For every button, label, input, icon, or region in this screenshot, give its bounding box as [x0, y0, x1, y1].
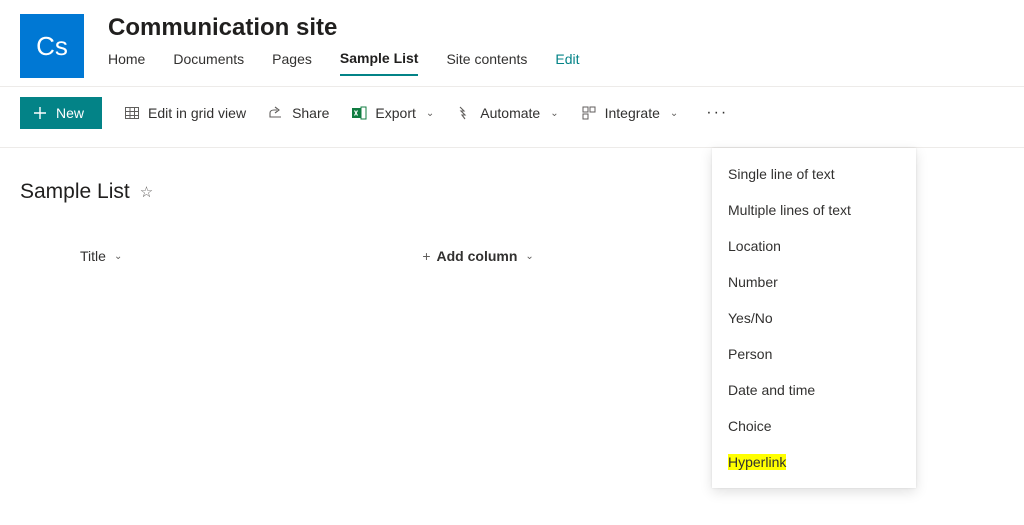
site-title: Communication site [108, 14, 580, 42]
nav-edit[interactable]: Edit [555, 51, 579, 75]
menu-item-single-line-text[interactable]: Single line of text [712, 156, 916, 192]
integrate-icon [581, 105, 597, 121]
top-nav: Home Documents Pages Sample List Site co… [108, 50, 580, 76]
add-column-button[interactable]: + Add column ⌄ [422, 248, 533, 264]
export-label: Export [375, 105, 415, 121]
chevron-down-icon: ⌄ [525, 251, 533, 262]
automate-button[interactable]: Automate ⌄ [456, 105, 558, 121]
integrate-label: Integrate [605, 105, 660, 121]
menu-item-location[interactable]: Location [712, 228, 916, 264]
automate-icon [456, 105, 472, 121]
add-column-menu: Single line of text Multiple lines of te… [712, 148, 916, 488]
column-title[interactable]: Title ⌄ [80, 248, 122, 264]
chevron-down-icon: ⌄ [426, 108, 434, 119]
nav-home[interactable]: Home [108, 51, 145, 75]
new-button-label: New [56, 105, 84, 121]
share-label: Share [292, 105, 329, 121]
share-icon [268, 105, 284, 121]
nav-site-contents[interactable]: Site contents [446, 51, 527, 75]
column-title-label: Title [80, 248, 106, 264]
share-button[interactable]: Share [268, 105, 329, 121]
menu-item-multiple-lines-text[interactable]: Multiple lines of text [712, 192, 916, 228]
plus-icon: + [422, 248, 430, 264]
list-title: Sample List [20, 180, 130, 204]
plus-icon [32, 105, 48, 121]
more-actions-button[interactable]: ··· [700, 104, 734, 122]
nav-pages[interactable]: Pages [272, 51, 312, 75]
site-logo[interactable]: Cs [20, 14, 84, 78]
menu-item-hyperlink[interactable]: Hyperlink [712, 444, 916, 480]
chevron-down-icon: ⌄ [550, 108, 558, 119]
add-column-label: Add column [437, 248, 518, 264]
nav-sample-list[interactable]: Sample List [340, 50, 419, 76]
edit-grid-view-button[interactable]: Edit in grid view [124, 105, 246, 121]
site-info: Communication site Home Documents Pages … [108, 14, 580, 76]
command-bar: New Edit in grid view Share Export ⌄ Aut… [0, 87, 1024, 139]
automate-label: Automate [480, 105, 540, 121]
menu-item-yes-no[interactable]: Yes/No [712, 300, 916, 336]
chevron-down-icon: ⌄ [114, 251, 122, 262]
favorite-star-icon[interactable]: ☆ [140, 183, 153, 201]
menu-item-date-and-time[interactable]: Date and time [712, 372, 916, 408]
nav-documents[interactable]: Documents [173, 51, 244, 75]
excel-icon [351, 105, 367, 121]
menu-item-person[interactable]: Person [712, 336, 916, 372]
integrate-button[interactable]: Integrate ⌄ [581, 105, 679, 121]
menu-item-choice[interactable]: Choice [712, 408, 916, 444]
grid-icon [124, 105, 140, 121]
edit-grid-view-label: Edit in grid view [148, 105, 246, 121]
menu-item-number[interactable]: Number [712, 264, 916, 300]
chevron-down-icon: ⌄ [670, 108, 678, 119]
new-button[interactable]: New [20, 97, 102, 129]
site-header: Cs Communication site Home Documents Pag… [0, 0, 1024, 78]
export-button[interactable]: Export ⌄ [351, 105, 434, 121]
